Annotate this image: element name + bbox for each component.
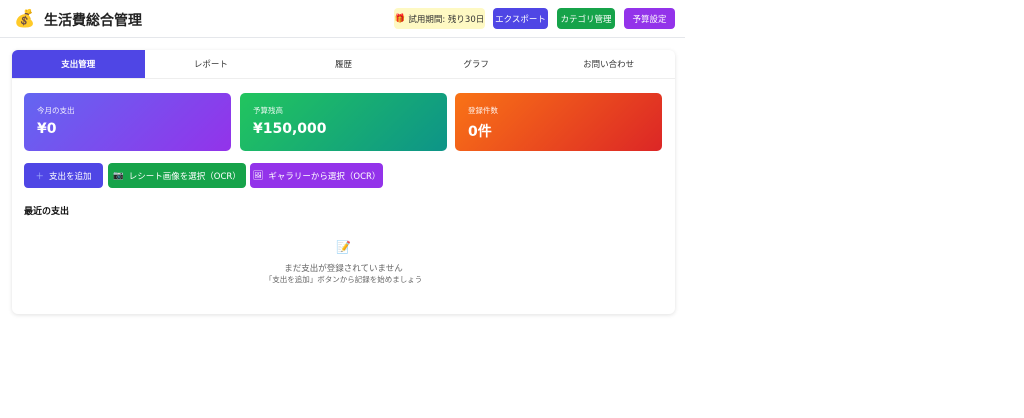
category-manage-button[interactable]: カテゴリ管理 (557, 8, 615, 29)
stat-budget-remaining: 予算残高 ¥150,000 (240, 93, 447, 151)
trial-badge: 🎁 試用期間: 残り30日 (394, 8, 485, 29)
memo-icon: 📝 (336, 240, 351, 254)
tab-graph[interactable]: グラフ (410, 50, 543, 78)
tab-report[interactable]: レポート (145, 50, 278, 78)
tab-history[interactable]: 履歴 (277, 50, 410, 78)
gift-icon: 🎁 (394, 13, 406, 24)
add-expense-button[interactable]: ＋支出を追加 (24, 163, 103, 188)
camera-icon: 📷 (113, 170, 124, 181)
recent-expenses-heading: 最近の支出 (24, 207, 70, 217)
select-gallery-button[interactable]: 🖼 ギャラリーから選択（OCR） (250, 163, 383, 188)
select-receipt-button[interactable]: 📷 レシート画像を選択（OCR） (108, 163, 246, 188)
export-button[interactable]: エクスポート (493, 8, 548, 29)
app-header: 💰 生活費総合管理 🎁 試用期間: 残り30日 エクスポート カテゴリ管理 予算設… (0, 0, 685, 38)
tab-bar: 支出管理 レポート 履歴 グラフ お問い合わせ (12, 50, 675, 79)
empty-message: まだ支出が登録されていません (284, 264, 403, 274)
main-card: 支出管理 レポート 履歴 グラフ お問い合わせ 今月の支出 ¥0 予算残高 ¥150… (12, 50, 675, 314)
tab-contact[interactable]: お問い合わせ (542, 50, 675, 78)
empty-hint: 「支出を追加」ボタンから記録を始めましょう (264, 275, 423, 284)
stat-entry-count: 登録件数 0件 (455, 93, 662, 151)
plus-icon: ＋ (35, 171, 44, 182)
app-title: 生活費総合管理 (44, 13, 142, 29)
tab-expenses[interactable]: 支出管理 (12, 50, 145, 78)
money-bag-icon: 💰 (14, 9, 36, 29)
image-icon: 🖼 (252, 170, 264, 181)
budget-settings-button[interactable]: 予算設定 (624, 8, 675, 29)
stat-monthly-expense: 今月の支出 ¥0 (24, 93, 231, 151)
